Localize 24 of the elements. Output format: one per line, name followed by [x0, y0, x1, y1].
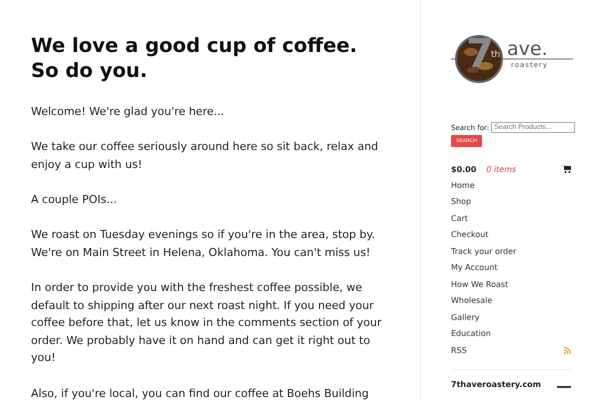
menu-link[interactable]: Track your order: [451, 246, 516, 256]
menu-link[interactable]: How We Roast: [451, 280, 508, 289]
paragraph: Also, if you're local, you can find our coffee at Boehs Building: [31, 386, 370, 400]
menu-link[interactable]: Wholesale: [451, 296, 492, 306]
logo-wordmark: ave.: [507, 39, 548, 59]
menu-link[interactable]: Checkout: [451, 230, 488, 240]
menu-link[interactable]: My Account: [451, 263, 498, 272]
paragraph: We take our coffee seriously around here so sit back, relax and enjoy a cup with us!: [31, 139, 380, 173]
menu-link[interactable]: Shop: [451, 197, 472, 206]
menu-link[interactable]: Cart: [451, 214, 468, 223]
cart-icon[interactable]: [562, 165, 571, 173]
cart-total[interactable]: $0.00: [451, 164, 476, 174]
menu-link[interactable]: Home: [451, 180, 475, 190]
menu-link[interactable]: Education: [451, 329, 491, 338]
paragraph: Welcome! We're glad you're here...: [31, 104, 226, 120]
paragraph: A couple POIs...: [31, 192, 118, 208]
page-title: We love a good cup of coffee. So do you.: [31, 33, 358, 83]
rss-icon[interactable]: [564, 346, 571, 354]
widget-title: 7thaveroastery.com: [451, 380, 542, 388]
paragraph: In order to provide you with the freshest coffee possible, we default to shipping after our next roast night. If you need your coffee before that, let us know in the comments section of your order. We probably have it on hand and can get it right out to you!: [31, 280, 383, 366]
cart-count[interactable]: 0 items: [486, 164, 516, 174]
menu-link[interactable]: Gallery: [451, 312, 480, 322]
menu-link[interactable]: RSS: [451, 346, 467, 355]
paragraph: We roast on Tuesday evenings so if you're in the area, stop by. We're on Main Street in Helena, Oklahoma. You can't miss us!: [31, 227, 376, 261]
